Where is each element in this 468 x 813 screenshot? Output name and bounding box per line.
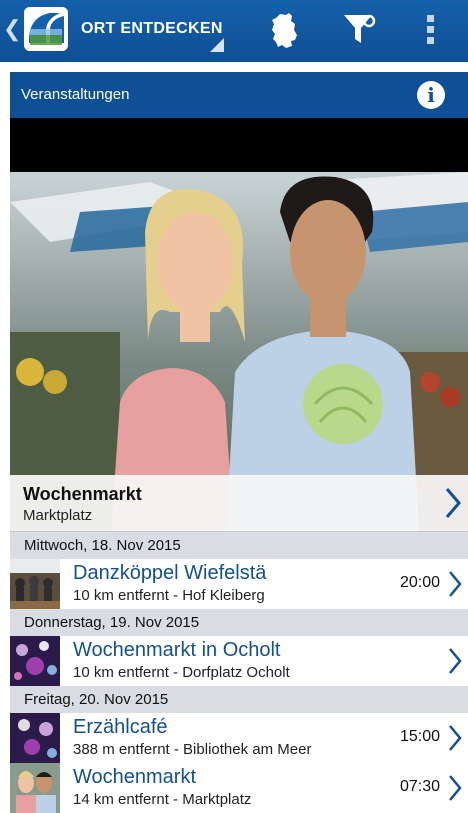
event-title: Wochenmarkt in Ocholt: [73, 639, 281, 661]
event-title: Danzköppel Wiefelstä: [73, 562, 267, 584]
event-thumbnail: [10, 636, 60, 686]
dropdown-indicator-icon[interactable]: [210, 38, 224, 52]
event-title: Erzählcafé: [73, 716, 168, 738]
section-header: Veranstaltungen i: [10, 72, 468, 118]
day-header: Mittwoch, 18. Nov 2015: [10, 532, 468, 559]
day-label: Freitag, 20. Nov 2015: [24, 691, 169, 708]
event-title: Wochenmarkt: [73, 766, 197, 788]
app-bar: ❮ ORT ENTDECKEN: [0, 0, 468, 62]
featured-title: Wochenmarkt: [23, 484, 142, 504]
app-title[interactable]: ORT ENTDECKEN: [81, 20, 223, 38]
event-time: 20:00: [400, 574, 441, 591]
chevron-right-icon: [445, 488, 461, 518]
content-panel: Veranstaltungen i Wochenmarkt Marktplatz…: [10, 72, 468, 813]
featured-event[interactable]: Wochenmarkt Marktplatz: [10, 475, 468, 532]
day-label: Mittwoch, 18. Nov 2015: [24, 537, 181, 554]
chevron-right-icon: [449, 648, 462, 674]
app-logo-icon[interactable]: [24, 7, 68, 51]
info-icon[interactable]: i: [417, 81, 445, 109]
featured-subtitle: Marktplatz: [23, 507, 93, 524]
event-thumbnail: [10, 713, 60, 763]
overflow-menu-icon[interactable]: [424, 14, 438, 46]
event-subtitle: 10 km entfernt - Dorfplatz Ocholt: [73, 664, 290, 681]
day-header: Donnerstag, 19. Nov 2015: [10, 609, 468, 636]
hero-top-band: [10, 118, 468, 172]
chevron-right-icon: [449, 725, 462, 751]
chevron-right-icon: [449, 571, 462, 597]
list-item-event[interactable]: Danzköppel Wiefelstä 10 km entfernt - Ho…: [10, 559, 468, 609]
event-thumbnail: [10, 559, 60, 609]
day-header: Freitag, 20. Nov 2015: [10, 686, 468, 713]
germany-map-icon[interactable]: [268, 12, 302, 50]
back-chevron-icon[interactable]: ❮: [3, 16, 21, 42]
day-label: Donnerstag, 19. Nov 2015: [24, 614, 200, 631]
event-subtitle: 388 m entfernt - Bibliothek am Meer: [73, 741, 312, 758]
event-thumbnail: [10, 763, 60, 813]
event-time: 07:30: [400, 778, 441, 795]
event-time: 15:00: [400, 728, 441, 745]
event-subtitle: 10 km entfernt - Hof Kleiberg: [73, 587, 265, 604]
list-item-event[interactable]: Erzählcafé 388 m entfernt - Bibliothek a…: [10, 713, 468, 763]
list-item-event[interactable]: Wochenmarkt in Ocholt 10 km entfernt - D…: [10, 636, 468, 686]
filter-icon[interactable]: [342, 12, 376, 46]
list-item-event[interactable]: Wochenmarkt 14 km entfernt - Marktplatz …: [10, 763, 468, 813]
chevron-right-icon: [449, 775, 462, 801]
section-title: Veranstaltungen: [21, 86, 130, 103]
